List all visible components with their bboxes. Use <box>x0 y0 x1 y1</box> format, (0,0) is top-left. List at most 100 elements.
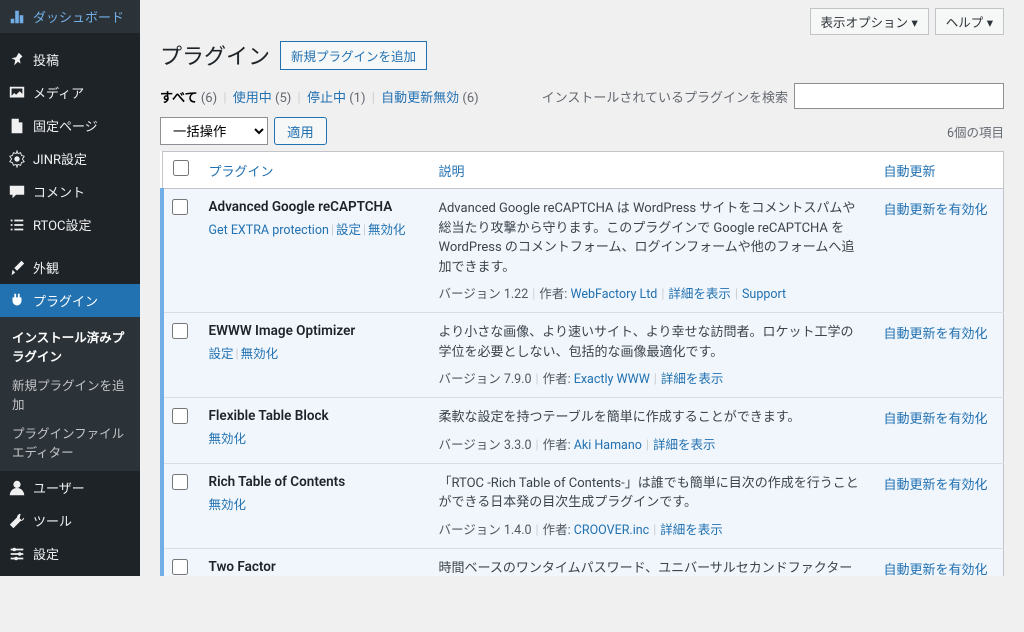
media-icon <box>8 84 26 102</box>
sidebar-sub-editor[interactable]: プラグインファイルエディター <box>0 418 140 466</box>
row-action-link[interactable]: 無効化 <box>209 498 247 513</box>
support-link[interactable]: Support <box>742 287 786 302</box>
bulk-action-select[interactable]: 一括操作 <box>160 117 268 145</box>
col-description: 説明 <box>429 152 874 189</box>
plugin-description: 「RTOC -Rich Table of Contents-」は誰でも簡単に目次… <box>439 474 864 513</box>
sidebar-item-dashboard[interactable]: ダッシュボード <box>0 0 140 33</box>
sidebar-item-posts[interactable]: 投稿 <box>0 43 140 76</box>
list-icon <box>8 216 26 234</box>
help-button[interactable]: ヘルプ ▾ <box>935 8 1004 35</box>
author-link[interactable]: CROOVER.inc <box>574 523 649 538</box>
author-link[interactable]: WebFactory Ltd <box>570 287 657 302</box>
col-plugin[interactable]: プラグイン <box>199 152 429 189</box>
sidebar-item-rtoc[interactable]: RTOC設定 <box>0 208 140 241</box>
enable-auto-update-link[interactable]: 自動更新を有効化 <box>884 203 988 218</box>
author-link[interactable]: Exactly WWW <box>574 372 650 387</box>
sidebar-label: ユーザー <box>33 478 85 497</box>
enable-auto-update-link[interactable]: 自動更新を有効化 <box>884 478 988 493</box>
sidebar-item-media[interactable]: メディア <box>0 76 140 109</box>
filter-row: すべて (6) | 使用中 (5) | 停止中 (1) | 自動更新無効 (6)… <box>160 83 1004 109</box>
row-action-link[interactable]: 設定 <box>336 223 361 238</box>
sidebar-label: ツール <box>33 511 72 530</box>
sidebar-label: コメント <box>33 182 85 201</box>
details-link[interactable]: 詳細を表示 <box>668 287 731 302</box>
filter-active[interactable]: 使用中 <box>233 91 272 106</box>
screen-options-button[interactable]: 表示オプション ▾ <box>810 8 929 35</box>
sidebar-item-users[interactable]: ユーザー <box>0 471 140 504</box>
gear-icon <box>8 150 26 168</box>
sidebar-label: メニューを閉じる <box>32 587 132 625</box>
sidebar-item-plugins[interactable]: プラグイン <box>0 284 140 317</box>
sidebar-item-comments[interactable]: コメント <box>0 175 140 208</box>
row-checkbox[interactable] <box>172 559 188 575</box>
search-label: インストールされているプラグインを検索 <box>542 87 788 106</box>
details-link[interactable]: 詳細を表示 <box>660 523 723 538</box>
enable-auto-update-link[interactable]: 自動更新を有効化 <box>884 563 988 577</box>
sidebar-label: RTOC設定 <box>33 215 92 234</box>
page-icon <box>8 117 26 135</box>
sidebar-sub-installed[interactable]: インストール済みプラグイン <box>0 322 140 370</box>
row-action-link[interactable]: 無効化 <box>209 432 247 447</box>
details-link[interactable]: 詳細を表示 <box>661 372 724 387</box>
sidebar-label: プラグイン <box>33 291 98 310</box>
plugin-search-input[interactable] <box>794 83 1004 109</box>
plugin-row: Rich Table of Contents 無効化 「RTOC -Rich T… <box>162 463 1004 548</box>
plugin-meta: バージョン 7.9.0|作者: Exactly WWW|詳細を表示 <box>439 368 864 387</box>
filter-auto-off[interactable]: 自動更新無効 <box>381 91 459 106</box>
dashboard-icon <box>8 8 26 26</box>
plugin-row: Two Factor 無効化 時間ベースのワンタイムパスワード、ユニバーサルセカ… <box>162 548 1004 576</box>
plugin-description: 時間ベースのワンタイムパスワード、ユニバーサルセカンドファクター (FIDO U… <box>439 559 864 577</box>
row-checkbox[interactable] <box>172 408 188 424</box>
row-action-link[interactable]: 無効化 <box>241 347 279 362</box>
sidebar-item-tools[interactable]: ツール <box>0 504 140 537</box>
plugin-row: Flexible Table Block 無効化 柔軟な設定を持つテーブルを簡単… <box>162 398 1004 464</box>
main-content: 表示オプション ▾ ヘルプ ▾ プラグイン 新規プラグインを追加 すべて (6)… <box>140 0 1024 576</box>
plug-icon <box>8 292 26 310</box>
plugin-description: Advanced Google reCAPTCHA は WordPress サイ… <box>439 199 864 277</box>
col-auto[interactable]: 自動更新 <box>874 152 1004 189</box>
plugin-name: EWWW Image Optimizer <box>209 323 419 339</box>
sidebar-item-pages[interactable]: 固定ページ <box>0 109 140 142</box>
pin-icon <box>8 51 26 69</box>
row-checkbox[interactable] <box>172 474 188 490</box>
enable-auto-update-link[interactable]: 自動更新を有効化 <box>884 327 988 342</box>
plugin-description: 柔軟な設定を持つテーブルを簡単に作成することができます。 <box>439 408 864 428</box>
plugin-name: Flexible Table Block <box>209 408 419 424</box>
row-checkbox[interactable] <box>172 199 188 215</box>
row-checkbox[interactable] <box>172 323 188 339</box>
user-icon <box>8 479 26 497</box>
author-link[interactable]: Aki Hamano <box>574 438 642 453</box>
brush-icon <box>8 259 26 277</box>
plugin-description: より小さな画像、より速いサイト、より幸せな訪問者。ロケット工学の学位を必要としな… <box>439 323 864 362</box>
plugin-meta: バージョン 1.22|作者: WebFactory Ltd|詳細を表示|Supp… <box>439 283 864 302</box>
row-action-link[interactable]: 無効化 <box>368 223 406 238</box>
row-action-link[interactable]: Get EXTRA protection <box>209 223 329 238</box>
sidebar-item-settings[interactable]: 設定 <box>0 537 140 570</box>
add-new-plugin-button[interactable]: 新規プラグインを追加 <box>280 41 427 70</box>
sidebar-label: メディア <box>33 83 84 102</box>
row-action-link[interactable]: 設定 <box>209 347 234 362</box>
admin-sidebar: ダッシュボード 投稿 メディア 固定ページ JINR設定 コメント RTOC設定… <box>0 0 140 576</box>
filter-all[interactable]: すべて <box>160 91 198 106</box>
sidebar-label: 投稿 <box>33 50 59 69</box>
sidebar-item-appearance[interactable]: 外観 <box>0 251 140 284</box>
filter-inactive[interactable]: 停止中 <box>307 91 346 106</box>
details-link[interactable]: 詳細を表示 <box>653 438 716 453</box>
sliders-icon <box>8 545 26 563</box>
sidebar-item-collapse[interactable]: メニューを閉じる <box>0 580 140 632</box>
sidebar-label: ダッシュボード <box>33 7 124 26</box>
sidebar-sub-addnew[interactable]: 新規プラグインを追加 <box>0 370 140 418</box>
plugin-meta: バージョン 3.3.0|作者: Aki Hamano|詳細を表示 <box>439 434 864 453</box>
sidebar-label: 外観 <box>33 258 59 277</box>
select-all-checkbox[interactable] <box>173 160 189 176</box>
plugins-table: プラグイン 説明 自動更新 Advanced Google reCAPTCHA … <box>160 151 1004 576</box>
wrench-icon <box>8 512 26 530</box>
sidebar-item-jinr[interactable]: JINR設定 <box>0 142 140 175</box>
sidebar-label: 固定ページ <box>33 116 98 135</box>
plugin-name: Advanced Google reCAPTCHA <box>209 199 419 215</box>
bulk-apply-button[interactable]: 適用 <box>274 117 327 145</box>
enable-auto-update-link[interactable]: 自動更新を有効化 <box>884 412 988 427</box>
sidebar-label: JINR設定 <box>33 149 87 168</box>
collapse-icon <box>8 597 25 615</box>
sidebar-label: 設定 <box>33 544 59 563</box>
